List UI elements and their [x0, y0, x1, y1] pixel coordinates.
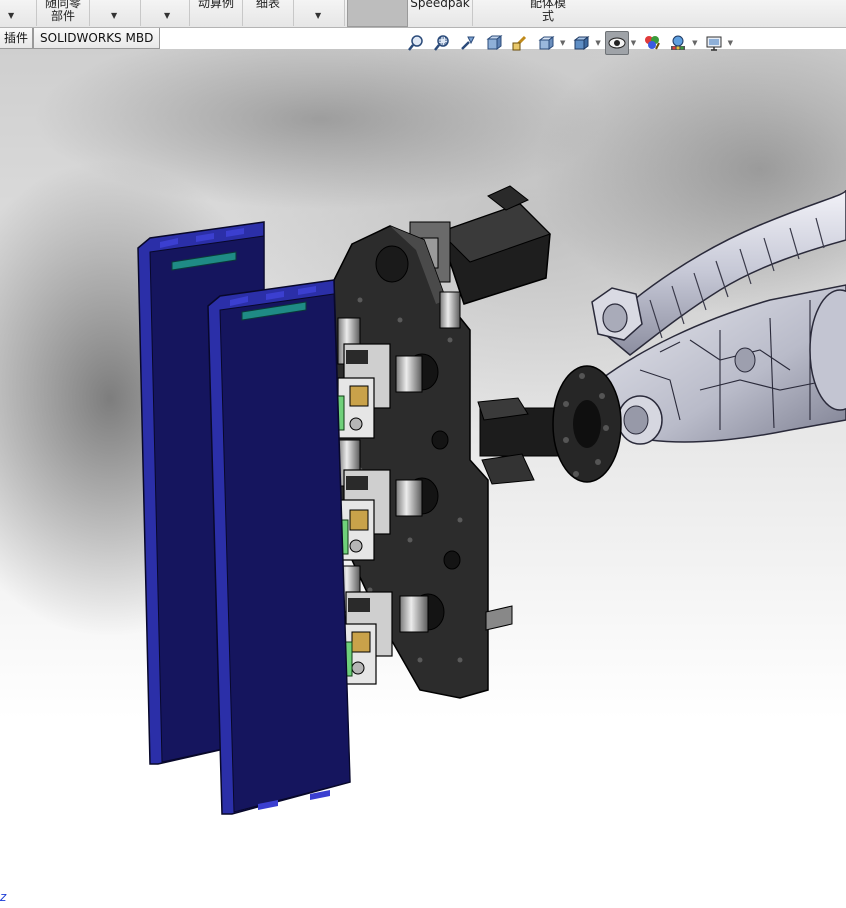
view-settings-icon[interactable]: [702, 31, 726, 55]
edit-appearance-icon[interactable]: [640, 31, 664, 55]
hide-show-items-icon[interactable]: [604, 31, 629, 55]
dropdown-arrow-icon: ▼: [8, 11, 15, 20]
ribbon-item-4[interactable]: 动算例: [190, 0, 243, 26]
ribbon-item-5[interactable]: 细表: [243, 0, 294, 26]
command-manager-ribbon: ▼ 随同零 部件 ▼ ▼ 动算例 细表 ▼ Speedpak 配体模 式: [0, 0, 846, 28]
view-orientation-icon[interactable]: [534, 31, 558, 55]
blue-panel-front: [207, 279, 351, 815]
dropdown-arrow-icon: ▼: [111, 11, 118, 20]
ribbon-item-8[interactable]: 配体模 式: [473, 0, 623, 26]
ribbon-large-button[interactable]: [347, 0, 408, 27]
ribbon-item-label: 部件: [50, 9, 75, 23]
dropdown-arrow-icon[interactable]: ▼: [692, 39, 697, 47]
ribbon-item-3[interactable]: ▼: [141, 0, 190, 26]
tab-solidworks-mbd[interactable]: SOLIDWORKS MBD: [33, 28, 161, 49]
ribbon-item-label: 式: [541, 9, 554, 23]
dropdown-arrow-icon[interactable]: ▼: [560, 39, 565, 47]
clamp-modules: [337, 343, 393, 685]
ribbon-item-1[interactable]: 随同零 部件: [37, 0, 90, 26]
ribbon-item-label: 细表: [255, 0, 280, 10]
dropdown-arrow-icon: ▼: [315, 11, 322, 20]
section-view-icon[interactable]: [482, 31, 506, 55]
ribbon-item-7[interactable]: Speedpak: [408, 0, 473, 26]
dropdown-arrow-icon: ▼: [164, 11, 171, 20]
ribbon-item-2[interactable]: ▼: [90, 0, 141, 26]
graphics-area[interactable]: z: [0, 49, 846, 908]
heads-up-view-toolbar: ▼ ▼ ▼ ▼ ▼: [404, 31, 737, 55]
apply-scene-icon[interactable]: [666, 31, 690, 55]
previous-view-icon[interactable]: [456, 31, 480, 55]
reference-triad-axis-label: z: [0, 890, 7, 904]
ribbon-item-label: 动算例: [197, 0, 234, 10]
display-style-icon[interactable]: [569, 31, 593, 55]
ribbon-item-label: Speedpak: [410, 0, 470, 10]
ribbon-item-6[interactable]: ▼: [294, 0, 345, 26]
command-manager-tabs: 插件 SOLIDWORKS MBD: [0, 28, 161, 49]
dropdown-arrow-icon[interactable]: ▼: [631, 39, 636, 47]
ribbon-item-0[interactable]: ▼: [0, 0, 37, 26]
assembly-model: [137, 185, 846, 815]
zoom-to-area-icon[interactable]: [430, 31, 454, 55]
dynamic-annotation-icon[interactable]: [508, 31, 532, 55]
dropdown-arrow-icon[interactable]: ▼: [595, 39, 600, 47]
dropdown-arrow-icon[interactable]: ▼: [728, 39, 733, 47]
tool-flange: [477, 365, 622, 485]
tab-addins[interactable]: 插件: [0, 28, 34, 49]
zoom-to-fit-icon[interactable]: [404, 31, 428, 55]
